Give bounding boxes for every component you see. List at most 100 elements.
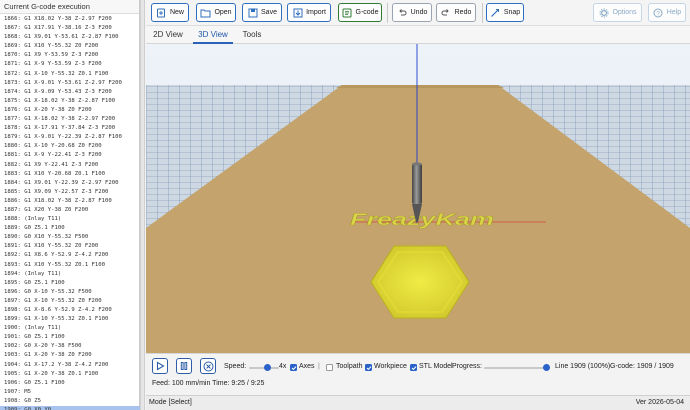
stl-model-checkbox[interactable]	[410, 364, 417, 371]
undo-button-label: Undo	[410, 9, 428, 16]
gcode-line[interactable]: 1866: G1 X18.02 Y-38 Z-2.97 F200	[0, 15, 140, 24]
gcode-line[interactable]: 1908: G0 Z5	[0, 397, 140, 406]
undo-button[interactable]: Undo	[392, 3, 432, 22]
line-info: Line 1909 (100%)	[555, 363, 611, 370]
save-button[interactable]: Save	[242, 3, 282, 22]
gcode-line[interactable]: 1884: G1 X9.01 Y-22.39 Z-2.97 F200	[0, 179, 140, 188]
gcode-line[interactable]: 1869: G1 X10 Y-55.32 Z0 F200	[0, 42, 140, 51]
pause-icon	[180, 362, 188, 370]
open-button[interactable]: Open	[196, 3, 236, 22]
gcode-line[interactable]: 1899: G1 X-10 Y-55.32 Z0.1 F100	[0, 315, 140, 324]
toolbar-divider	[482, 3, 483, 23]
gcode-line[interactable]: 1889: G0 Z5.1 F100	[0, 224, 140, 233]
gcode-line[interactable]: 1902: G0 X-20 Y-38 F500	[0, 342, 140, 351]
open-button-label: Open	[214, 9, 232, 16]
stop-button[interactable]	[200, 358, 216, 374]
pause-button[interactable]	[176, 358, 192, 374]
gcode-button[interactable]: G-code	[338, 3, 382, 22]
gcode-line[interactable]: 1868: G1 X9.01 Y-53.61 Z-2.87 F100	[0, 33, 140, 42]
gcode-line[interactable]: 1895: G0 Z5.1 F100	[0, 279, 140, 288]
tab-2d-view[interactable]: 2D View	[148, 26, 188, 44]
engraved-text: FreazyKam	[350, 210, 494, 229]
gcode-line[interactable]: 1878: G1 X-17.91 Y-37.84 Z-3 F200	[0, 124, 140, 133]
version-label: Ver 2026-05-04	[635, 399, 684, 406]
options-button[interactable]: Options	[593, 3, 642, 22]
snap-button[interactable]: Snap	[486, 3, 524, 22]
gcode-line[interactable]: 1898: G1 X-8.6 Y-52.9 Z-4.2 F200	[0, 306, 140, 315]
new-button[interactable]: New	[151, 3, 189, 22]
toolbar: New Open Save Import G-code Undo Redo Sn…	[146, 0, 690, 26]
gcode-line[interactable]: 1882: G1 X9 Y-22.41 Z-3 F200	[0, 161, 140, 170]
redo-button[interactable]: Redo	[436, 3, 476, 22]
folder-open-icon	[200, 7, 211, 18]
gcode-line[interactable]: 1887: G1 X20 Y-38 Z0 F200	[0, 206, 140, 215]
tab-tools[interactable]: Tools	[238, 26, 266, 44]
gcode-line[interactable]: 1900: (Inlay T11)	[0, 324, 140, 333]
panel-splitter[interactable]	[140, 0, 145, 410]
view-tabs: 2D View 3D View Tools	[146, 26, 690, 44]
gcode-line[interactable]: 1894: (Inlay T11)	[0, 270, 140, 279]
gcode-line[interactable]: 1890: G0 X10 Y-55.32 F500	[0, 233, 140, 242]
3d-viewport[interactable]: FreazyKam	[146, 44, 690, 353]
gcode-count: G-code: 1909 / 1909	[610, 363, 674, 370]
new-button-label: New	[169, 9, 184, 16]
gcode-line[interactable]: 1873: G1 X-9.01 Y-53.61 Z-2.97 F200	[0, 79, 140, 88]
gcode-line[interactable]: 1901: G0 Z5.1 F100	[0, 333, 140, 342]
gcode-line[interactable]: 1893: G1 X10 Y-55.32 Z0.1 F100	[0, 261, 140, 270]
gcode-line[interactable]: 1904: G1 X-17.2 Y-38 Z-4.2 F200	[0, 361, 140, 370]
import-button[interactable]: Import	[287, 3, 331, 22]
gcode-line[interactable]: 1875: G1 X-18.02 Y-38 Z-2.87 F100	[0, 97, 140, 106]
gcode-line[interactable]: 1886: G1 X18.02 Y-38 Z-2.87 F100	[0, 197, 140, 206]
gcode-line[interactable]: 1896: G0 X-10 Y-55.32 F500	[0, 288, 140, 297]
workpiece-checkbox[interactable]	[365, 364, 372, 371]
gcode-line[interactable]: 1905: G1 X-20 Y-38 Z0.1 F100	[0, 370, 140, 379]
gcode-line[interactable]: 1897: G1 X-10 Y-55.32 Z0 F200	[0, 297, 140, 306]
toolpath-label: Toolpath	[336, 363, 363, 370]
gcode-line[interactable]: 1879: G1 X-9.01 Y-22.39 Z-2.87 F100	[0, 133, 140, 142]
gcode-line[interactable]: 1891: G1 X10 Y-55.32 Z0 F200	[0, 242, 140, 251]
gcode-line[interactable]: 1903: G1 X-20 Y-38 Z0 F200	[0, 351, 140, 360]
gcode-line[interactable]: 1906: G0 Z5.1 F100	[0, 379, 140, 388]
speed-value: 4x	[279, 363, 287, 370]
gcode-line[interactable]: 1872: G1 X-10 Y-55.32 Z0.1 F100	[0, 70, 140, 79]
gcode-line[interactable]: 1874: G1 X-9.09 Y-53.43 Z-3 F200	[0, 88, 140, 97]
axes-checkbox[interactable]	[290, 364, 297, 371]
play-icon	[156, 361, 165, 371]
checkmark-icon	[366, 365, 371, 370]
gcode-line[interactable]: 1876: G1 X-20 Y-38 Z0 F200	[0, 106, 140, 115]
feed-time-info: Feed: 100 mm/min Time: 9:25 / 9:25	[152, 380, 265, 387]
divider-glyph: |	[318, 363, 320, 370]
gear-icon	[598, 7, 609, 18]
gcode-list[interactable]: 1866: G1 X18.02 Y-38 Z-2.97 F200 1867: G1…	[0, 15, 140, 410]
gcode-line[interactable]: 1867: G1 X17.91 Y-38.16 Z-3 F200	[0, 24, 140, 33]
stl-model-label: STL Model	[419, 363, 453, 370]
gcode-icon	[342, 7, 353, 18]
gcode-line[interactable]: 1909: G0 X0 Y0	[0, 406, 140, 410]
svg-text:?: ?	[656, 10, 660, 17]
gcode-line[interactable]: 1880: G1 X-10 Y-20.68 Z0 F200	[0, 142, 140, 151]
gcode-line[interactable]: 1870: G1 X9 Y-53.59 Z-3 F200	[0, 51, 140, 60]
gcode-line[interactable]: 1883: G1 X10 Y-20.68 Z0.1 F100	[0, 170, 140, 179]
gcode-line[interactable]: 1892: G1 X8.6 Y-52.9 Z-4.2 F200	[0, 251, 140, 260]
progress-slider-handle[interactable]	[542, 364, 550, 371]
cutting-tool-top	[412, 162, 422, 166]
tab-3d-view[interactable]: 3D View	[193, 26, 233, 44]
toolpath-checkbox[interactable]	[326, 364, 333, 371]
gcode-line[interactable]: 1907: M5	[0, 388, 140, 397]
gcode-line[interactable]: 1877: G1 X-18.02 Y-38 Z-2.97 F200	[0, 115, 140, 124]
play-button[interactable]	[152, 358, 168, 374]
board-far-edge	[336, 85, 504, 88]
save-icon	[247, 7, 258, 18]
help-button[interactable]: ? Help	[648, 3, 686, 22]
gcode-line[interactable]: 1871: G1 X-9 Y-53.59 Z-3 F200	[0, 60, 140, 69]
gcode-line[interactable]: 1881: G1 X-9 Y-22.41 Z-3 F200	[0, 151, 140, 160]
stop-icon	[203, 361, 213, 371]
gcode-line[interactable]: 1888: (Inlay T11)	[0, 215, 140, 224]
progress-slider[interactable]	[484, 367, 546, 369]
gcode-panel-title: Current G-code execution	[0, 0, 139, 14]
snap-button-label: Snap	[503, 9, 521, 16]
new-file-icon	[156, 7, 167, 18]
import-button-label: Import	[306, 9, 326, 16]
speed-slider-handle[interactable]	[263, 364, 271, 371]
gcode-line[interactable]: 1885: G1 X9.09 Y-22.57 Z-3 F200	[0, 188, 140, 197]
